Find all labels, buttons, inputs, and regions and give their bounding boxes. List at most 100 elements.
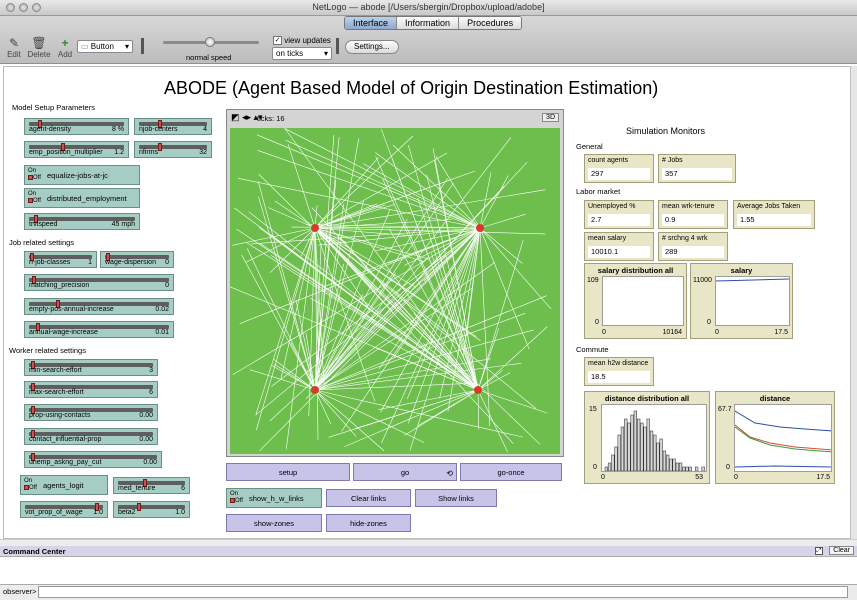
pane-divider[interactable]: [0, 539, 857, 546]
slider-agent-density[interactable]: agent-density 8 %: [24, 118, 129, 135]
slider-prop-using-contacts[interactable]: prop-using-contacts 0.00: [24, 404, 158, 421]
edit-button[interactable]: ✎ Edit: [5, 36, 23, 59]
hide-zones-button[interactable]: hide-zones: [326, 514, 411, 532]
slider-matching-precision[interactable]: matching_precision 0: [24, 274, 174, 291]
clear-button[interactable]: Clear: [829, 546, 854, 555]
tab-information[interactable]: Information: [397, 17, 460, 29]
slider-max-search-effort[interactable]: max-search-effort 6: [24, 381, 158, 398]
slider-beta2[interactable]: beta2 1.0: [113, 501, 190, 518]
slider-unemp-askng-pay-cut[interactable]: unemp_askng_pay_cut 0.00: [24, 451, 162, 468]
switch-show-h-w-links[interactable]: On Off show_h_w_links: [226, 488, 322, 508]
settings-button[interactable]: Settings...: [345, 40, 399, 54]
go-button[interactable]: go ⟲: [353, 463, 457, 481]
window-title: NetLogo — abode [/Users/sbergin/Dropbox/…: [312, 2, 545, 12]
slider-value: 1.0: [93, 509, 103, 516]
plot-ymin: 0: [707, 319, 711, 326]
tab-interface[interactable]: Interface: [345, 17, 398, 29]
slider-nfirms[interactable]: nfirms 32: [134, 141, 212, 158]
section-setup: Model Setup Parameters: [12, 103, 95, 112]
slider-value: 0.01: [155, 329, 169, 336]
slider-emp-position-multiplier[interactable]: emp_position_multiplier 1.2: [24, 141, 129, 158]
forever-icon: ⟲: [446, 469, 453, 478]
slider-knob[interactable]: [158, 143, 163, 151]
switch-off-label: Off: [29, 485, 37, 492]
slider-value: 3: [149, 367, 153, 374]
switch-label: distributed_employment: [47, 194, 127, 203]
slider-njob-centers[interactable]: njob-centers 4: [134, 118, 212, 135]
edit-label: Edit: [7, 50, 21, 59]
3d-view-button[interactable]: 3D: [542, 113, 559, 122]
slider-contact-influential-prop[interactable]: contact_influential-prop 0.00: [24, 428, 158, 445]
distance-line-green: [735, 426, 831, 453]
switch-off-label: Off: [33, 175, 41, 182]
observer-prompt[interactable]: observer>: [3, 587, 37, 596]
histogram-bar: [695, 466, 699, 471]
tab-procedures[interactable]: Procedures: [459, 17, 522, 29]
monitor-label: mean wrk-tenure: [662, 203, 715, 210]
plot-xmax: 10164: [662, 329, 682, 336]
command-input[interactable]: [38, 586, 848, 598]
slider-knob[interactable]: [136, 503, 141, 511]
slider-n-job-classes[interactable]: n-job-classes 1: [24, 251, 97, 268]
switch-on-label: On: [28, 191, 37, 197]
monitor-value: 1.55: [737, 214, 811, 226]
slider-label: med_tenure: [118, 485, 156, 492]
plot-area: [602, 276, 684, 326]
plot-xmax: 17.5: [774, 329, 788, 336]
expand-icon[interactable]: ⤢: [815, 547, 823, 555]
widget-type-select[interactable]: ▭ Button ▾: [77, 40, 133, 53]
plot-salary-distribution: salary distribution all 109 0 0 10164: [584, 263, 687, 339]
speed-slider-knob[interactable]: [205, 37, 215, 47]
section-general: General: [576, 142, 603, 151]
vertical-scrollbar[interactable]: [851, 66, 857, 546]
plus-icon: +: [61, 36, 69, 50]
switch-label: show_h_w_links: [249, 494, 304, 503]
plot-ymax: 15: [589, 406, 597, 413]
window-titlebar: NetLogo — abode [/Users/sbergin/Dropbox/…: [0, 0, 857, 16]
histogram-bar: [701, 466, 705, 471]
update-mode-select[interactable]: on ticks ▾: [272, 47, 332, 60]
switch-distributed-employment[interactable]: On Off distributed_employment: [24, 188, 140, 208]
job-center-node[interactable]: [311, 224, 319, 232]
toolbar-separator: [141, 38, 144, 54]
update-mode-value: on ticks: [276, 49, 304, 58]
clear-links-button[interactable]: Clear links: [326, 489, 411, 507]
slider-label: trvlspeed: [29, 221, 58, 228]
slider-min-search-effort[interactable]: min-search-effort 3: [24, 359, 158, 376]
job-center-node[interactable]: [474, 386, 482, 394]
job-center-node[interactable]: [476, 224, 484, 232]
slider-annual-wage-increase[interactable]: annual-wage-increase 0.01: [24, 321, 174, 338]
slider-med-tenure[interactable]: med_tenure 6: [113, 477, 190, 494]
plot-area: [734, 404, 832, 472]
histogram-bar: [624, 418, 628, 471]
slider-empty-pos-annual-increase[interactable]: empty-pos-annual-increase 0.02: [24, 298, 174, 315]
toolbar-separator: [336, 38, 339, 54]
switch-toggle[interactable]: On Off: [24, 478, 38, 492]
histogram-bar: [617, 434, 621, 471]
monitor-label: # Jobs: [662, 157, 683, 164]
setup-button[interactable]: setup: [226, 463, 350, 481]
histogram-bar: [688, 466, 692, 471]
plot-ymax: 11000: [693, 277, 712, 284]
switch-equalize-jobs-at-jc[interactable]: On Off equalize-jobs-at-jc: [24, 165, 140, 185]
world-canvas[interactable]: [230, 128, 560, 454]
switch-toggle[interactable]: On Off: [230, 491, 244, 505]
job-center-node[interactable]: [311, 386, 319, 394]
show-links-button[interactable]: Show links: [415, 489, 497, 507]
view-updates-label: view updates: [284, 36, 331, 45]
add-button[interactable]: + Add: [56, 36, 74, 59]
show-zones-button[interactable]: show-zones: [226, 514, 322, 532]
slider-vot-prop-of-wage[interactable]: vot_prop_of_wage 1.0: [20, 501, 108, 518]
histogram-bar: [630, 414, 634, 471]
slider-value: 4: [203, 126, 207, 133]
salary-line: [716, 278, 789, 282]
delete-button[interactable]: 🗑 Delete: [27, 36, 51, 59]
plot-area: [715, 276, 790, 326]
switch-toggle[interactable]: On Off: [28, 168, 42, 182]
slider-wage-dispersion[interactable]: wage-dispersion 0: [100, 251, 174, 268]
slider-trvlspeed[interactable]: trvlspeed 45 mph: [24, 213, 140, 230]
switch-toggle[interactable]: On Off: [28, 191, 42, 205]
view-updates-toggle[interactable]: ✓ view updates: [273, 36, 331, 46]
go-once-button[interactable]: go-once: [460, 463, 562, 481]
switch-agents-logit[interactable]: On Off agents_logit: [20, 475, 108, 495]
